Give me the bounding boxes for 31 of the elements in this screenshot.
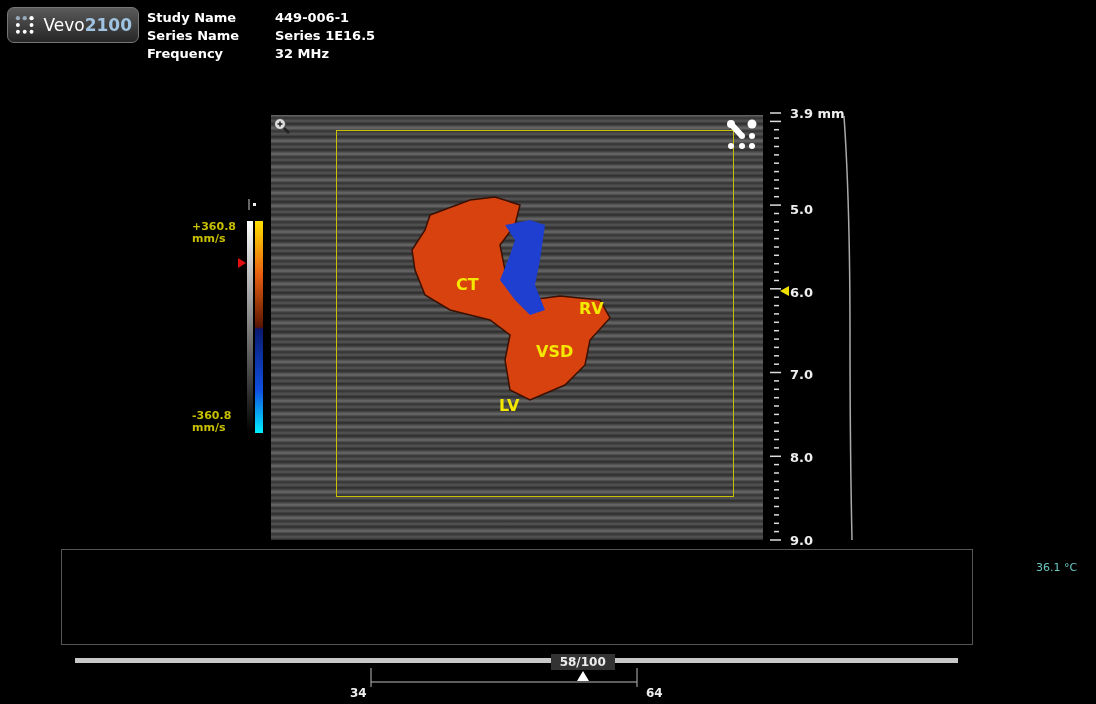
dots-icon[interactable]: [726, 119, 758, 151]
zoom-icon[interactable]: [273, 117, 291, 135]
range-end: 64: [646, 685, 663, 702]
logo-model: 2100: [84, 16, 132, 34]
info-value: 449-006-1: [275, 9, 351, 27]
depth-label: 3.9 mm: [790, 107, 845, 120]
info-label: Series Name: [147, 27, 241, 45]
velocity-unit: mm/s: [192, 422, 226, 434]
anatomy-label: LV: [499, 398, 520, 414]
range-start: 34: [350, 685, 367, 702]
anatomy-label: RV: [579, 301, 604, 317]
depth-label: 5.0: [790, 203, 814, 216]
velocity-min: -360.8: [192, 410, 232, 422]
depth-label: 6.0: [790, 286, 814, 299]
info-value: 32 MHz: [275, 45, 330, 63]
info-value: Series 1E16.5: [275, 27, 376, 45]
anatomy-label: CT: [456, 277, 479, 293]
frame-reading: 58/100: [550, 654, 615, 670]
focus-marker-icon[interactable]: [780, 286, 789, 296]
velocity-max: +360.8: [192, 221, 236, 233]
info-label: Frequency: [147, 45, 225, 63]
info-label: Study Name: [147, 9, 238, 27]
dots-logo-icon: [14, 15, 36, 35]
logo-name: Vevo: [43, 16, 85, 34]
temperature-reading: 36.1 °C: [1036, 560, 1078, 576]
baseline-icon: [248, 199, 257, 210]
depth-label: 7.0: [790, 368, 814, 381]
anatomy-label: VSD: [536, 344, 574, 360]
depth-label: 9.0: [790, 534, 814, 547]
depth-label: 8.0: [790, 451, 814, 464]
velocity-unit: mm/s: [192, 233, 226, 245]
